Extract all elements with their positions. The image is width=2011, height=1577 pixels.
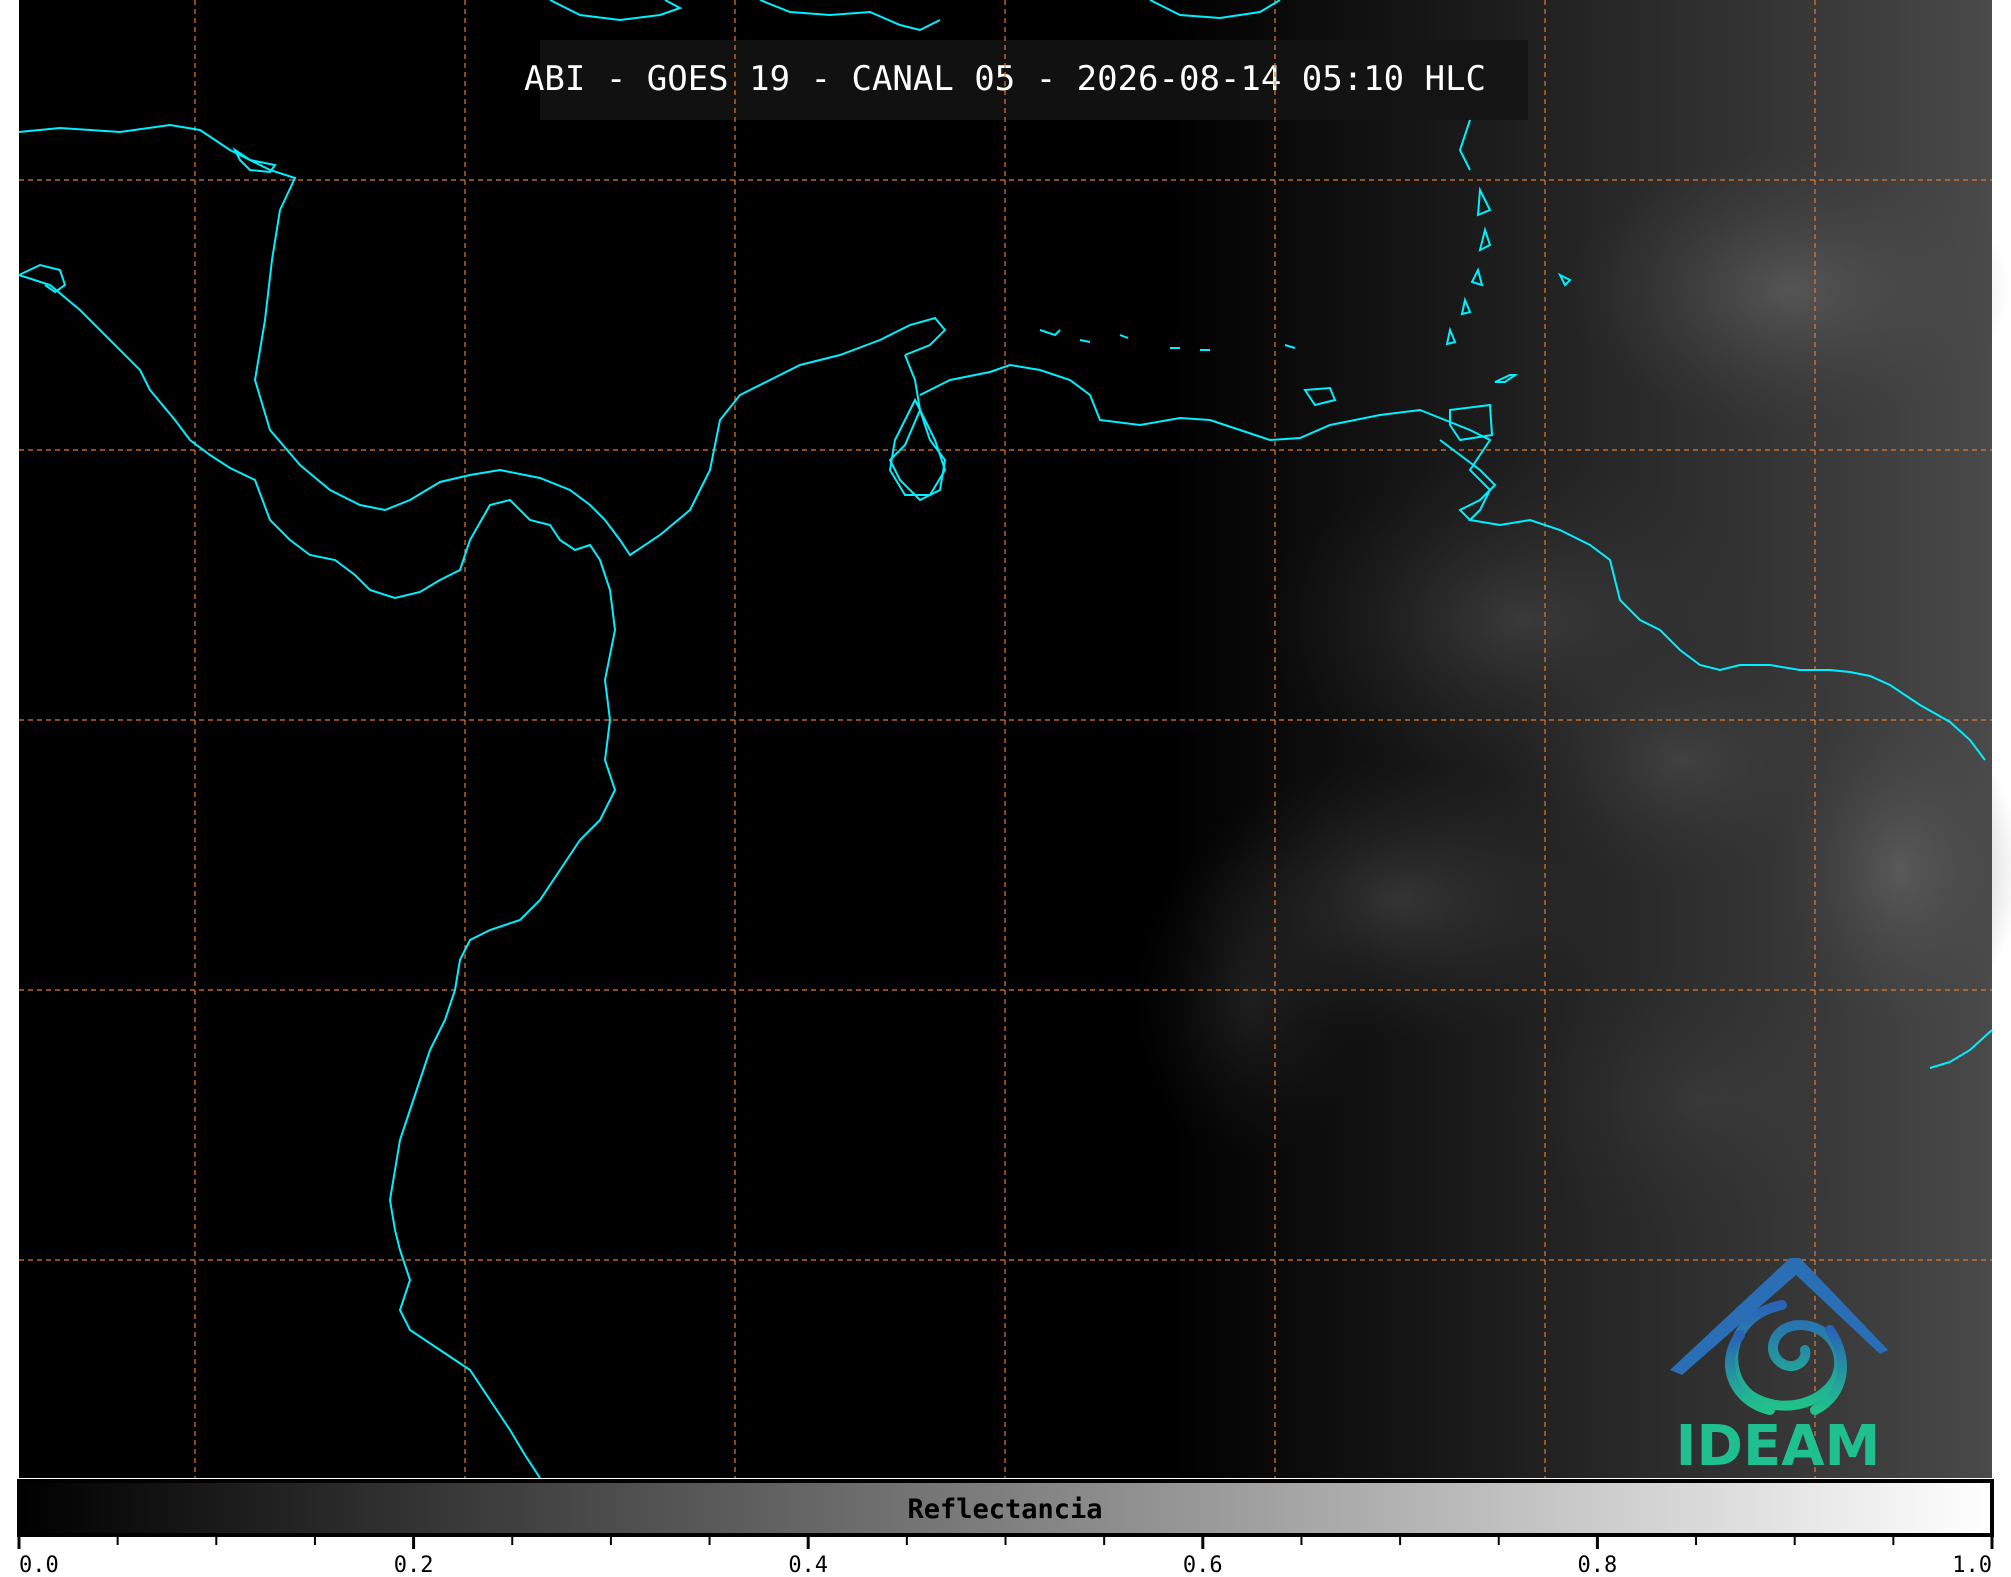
colorbar-tick-label: 0.2	[394, 1553, 434, 1577]
colorbar-tick-label: 0.6	[1183, 1553, 1223, 1577]
colorbar: Reflectancia 0.0 0.2 0.4 0.6 0.8 1.0	[17, 1479, 1994, 1577]
satellite-image-figure: ABI - GOES 19 - CANAL 05 - 2026-08-14 05…	[17, 0, 2011, 1577]
colorbar-tick-label: 1.0	[1952, 1553, 1992, 1577]
colorbar-label: Reflectancia	[907, 1494, 1102, 1525]
colorbar-tick-label: 0.8	[1578, 1553, 1618, 1577]
colorbar-ticks: 0.0 0.2 0.4 0.6 0.8 1.0	[17, 1535, 1994, 1577]
colorbar-tick-label: 0.0	[19, 1553, 59, 1577]
logo-text: IDEAM	[1676, 1414, 1881, 1479]
map-panel: ABI - GOES 19 - CANAL 05 - 2026-08-14 05…	[18, 0, 2011, 1479]
colorbar-tick-label: 0.4	[788, 1553, 828, 1577]
